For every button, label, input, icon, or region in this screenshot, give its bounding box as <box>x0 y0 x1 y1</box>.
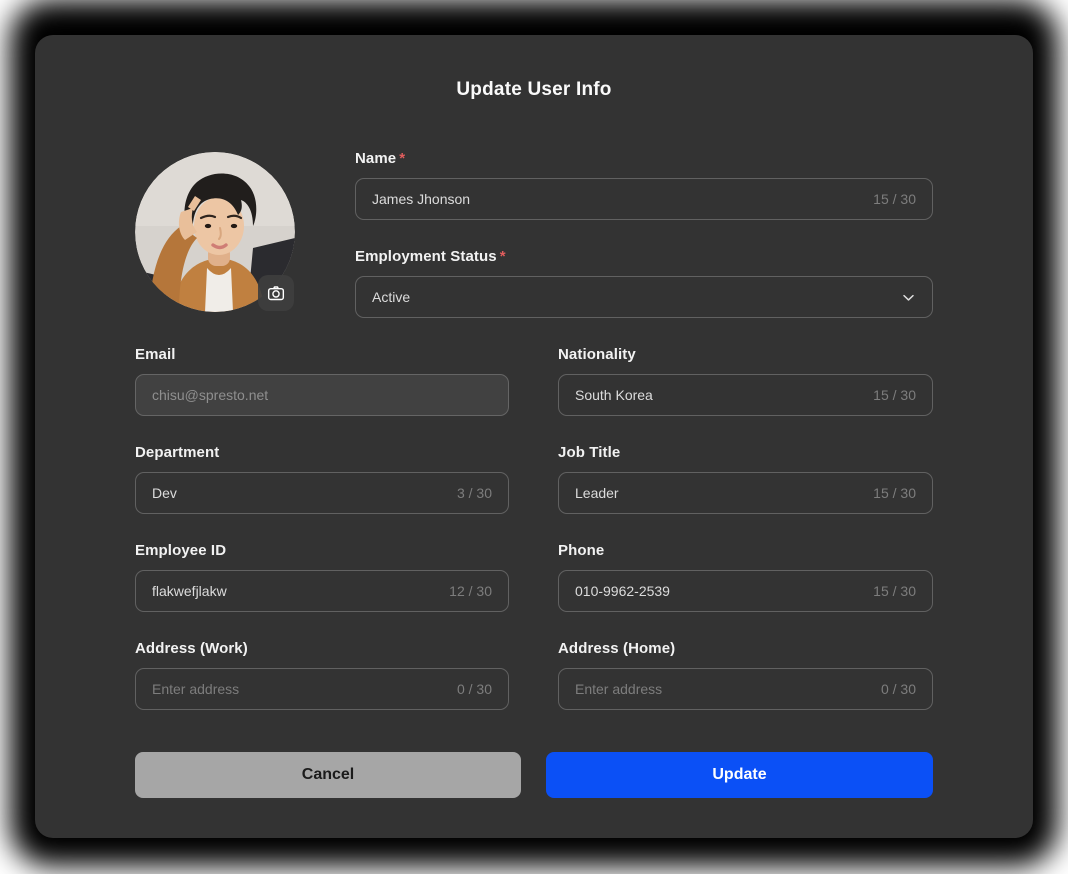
field-employment-status: Employment Status* Active <box>355 247 933 318</box>
name-label: Name* <box>355 149 933 169</box>
address-home-char-counter: 0 / 30 <box>881 681 916 697</box>
page: Update User Info <box>0 0 1068 874</box>
address-home-input-box: 0 / 30 <box>558 668 933 710</box>
nationality-input-box: 15 / 30 <box>558 374 933 416</box>
employee-id-label: Employee ID <box>135 541 509 561</box>
employment-status-label: Employment Status* <box>355 247 933 267</box>
camera-icon <box>266 283 286 303</box>
chevron-down-icon <box>901 290 916 305</box>
job-title-input-box: 15 / 30 <box>558 472 933 514</box>
field-name: Name* 15 / 30 <box>355 149 933 220</box>
change-photo-button[interactable] <box>258 275 294 311</box>
job-title-char-counter: 15 / 30 <box>873 485 916 501</box>
nationality-input[interactable] <box>575 387 863 403</box>
address-work-char-counter: 0 / 30 <box>457 681 492 697</box>
department-label: Department <box>135 443 509 463</box>
employee-id-input-box: 12 / 30 <box>135 570 509 612</box>
field-nationality: Nationality 15 / 30 <box>558 345 933 416</box>
job-title-input[interactable] <box>575 485 863 501</box>
field-address-home: Address (Home) 0 / 30 <box>558 639 933 710</box>
field-email: Email <box>135 345 509 416</box>
email-label: Email <box>135 345 509 365</box>
field-department: Department 3 / 30 <box>135 443 509 514</box>
name-char-counter: 15 / 30 <box>873 191 916 207</box>
department-input-box: 3 / 30 <box>135 472 509 514</box>
address-work-label: Address (Work) <box>135 639 509 659</box>
employee-id-char-counter: 12 / 30 <box>449 583 492 599</box>
required-marker: * <box>399 150 405 167</box>
employment-status-select[interactable]: Active <box>355 276 933 318</box>
department-char-counter: 3 / 30 <box>457 485 492 501</box>
field-address-work: Address (Work) 0 / 30 <box>135 639 509 710</box>
nationality-label: Nationality <box>558 345 933 365</box>
phone-input[interactable] <box>575 583 863 599</box>
employee-id-input[interactable] <box>152 583 439 599</box>
phone-label: Phone <box>558 541 933 561</box>
nationality-char-counter: 15 / 30 <box>873 387 916 403</box>
name-input-box: 15 / 30 <box>355 178 933 220</box>
department-input[interactable] <box>152 485 447 501</box>
phone-char-counter: 15 / 30 <box>873 583 916 599</box>
address-work-input[interactable] <box>152 681 447 697</box>
address-work-input-box: 0 / 30 <box>135 668 509 710</box>
required-marker: * <box>500 248 506 265</box>
field-phone: Phone 15 / 30 <box>558 541 933 612</box>
avatar <box>135 152 295 312</box>
job-title-label: Job Title <box>558 443 933 463</box>
email-input-box <box>135 374 509 416</box>
name-input[interactable] <box>372 191 863 207</box>
page-title: Update User Info <box>35 79 1033 101</box>
update-button[interactable]: Update <box>546 752 933 798</box>
field-employee-id: Employee ID 12 / 30 <box>135 541 509 612</box>
employment-status-value: Active <box>372 289 410 305</box>
field-job-title: Job Title 15 / 30 <box>558 443 933 514</box>
email-input <box>152 387 492 403</box>
cancel-button[interactable]: Cancel <box>135 752 521 798</box>
address-home-input[interactable] <box>575 681 871 697</box>
update-user-info-dialog: Update User Info <box>35 35 1033 838</box>
address-home-label: Address (Home) <box>558 639 933 659</box>
phone-input-box: 15 / 30 <box>558 570 933 612</box>
